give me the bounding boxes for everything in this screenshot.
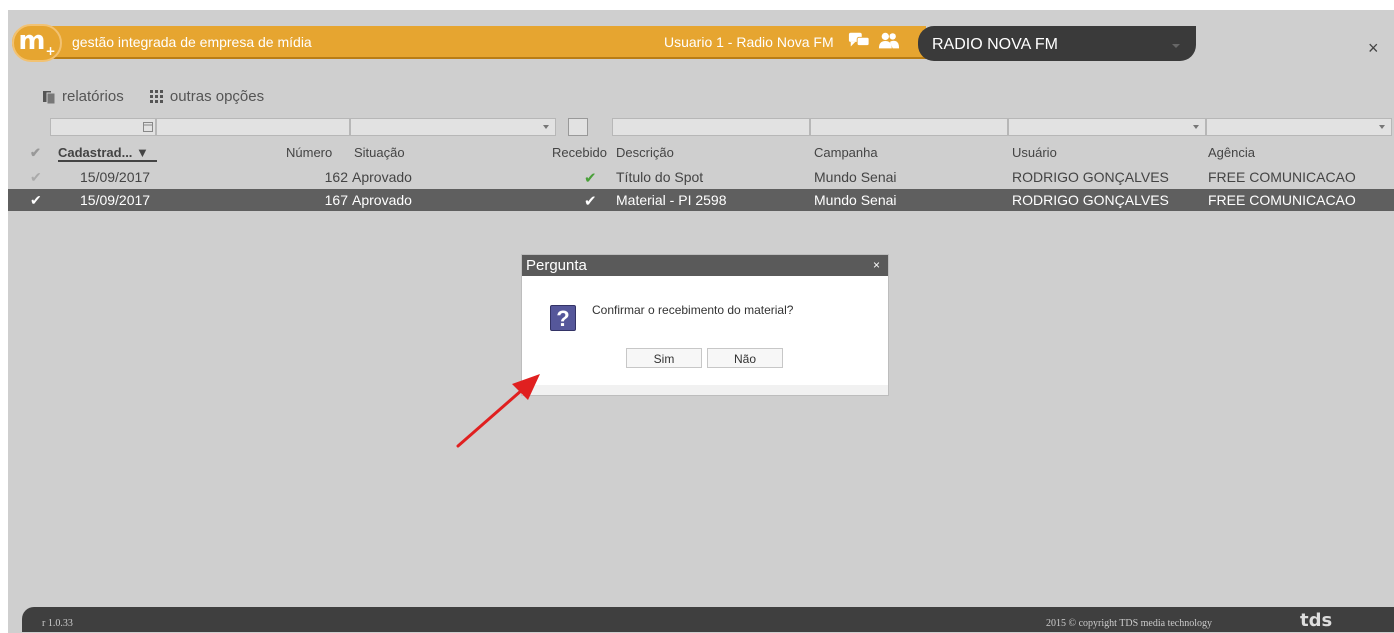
users-icon[interactable] xyxy=(878,31,900,51)
filter-campaign[interactable] xyxy=(810,118,1008,136)
column-number[interactable]: Número xyxy=(286,145,332,160)
row-select-check[interactable]: ✔ xyxy=(30,169,42,186)
close-icon[interactable]: × xyxy=(1368,38,1379,59)
cell-date: 15/09/2017 xyxy=(80,169,151,185)
dialog-message: Confirmar o recebimento do material? xyxy=(592,303,794,317)
reports-button[interactable]: relatórios xyxy=(42,88,124,105)
options-label: outras opções xyxy=(169,88,265,105)
select-all-check[interactable]: ✔ xyxy=(30,145,41,161)
table-row[interactable]: ✔ 15/09/2017 162 Aprovado ✔ Título do Sp… xyxy=(8,166,1394,188)
logo-plus: + xyxy=(45,44,56,58)
cell-description: Material - PI 2598 xyxy=(616,192,727,208)
chat-icon[interactable] xyxy=(848,31,870,51)
column-date[interactable]: Cadastrad... ▼ xyxy=(58,145,157,162)
options-button[interactable]: outras opções xyxy=(149,88,265,105)
column-agency[interactable]: Agência xyxy=(1208,145,1255,160)
station-name: RADIO NOVA FM xyxy=(932,36,1058,53)
filter-date[interactable] xyxy=(50,118,156,136)
dialog-title: Pergunta xyxy=(526,257,587,274)
filter-agency[interactable] xyxy=(1206,118,1392,136)
grid-header: ✔ Cadastrad... ▼ Número Situação Recebid… xyxy=(8,142,1394,164)
question-icon: ? xyxy=(550,305,576,331)
column-date-label: Cadastrad... xyxy=(58,145,133,160)
cell-user: RODRIGO GONÇALVES xyxy=(1012,169,1169,185)
filter-received[interactable] xyxy=(568,118,588,136)
close-icon[interactable]: × xyxy=(873,255,880,276)
no-button[interactable]: Não xyxy=(707,348,783,368)
cell-number: 162 xyxy=(324,169,348,185)
cell-campaign: Mundo Senai xyxy=(814,169,897,185)
filter-description[interactable] xyxy=(612,118,810,136)
calendar-icon[interactable] xyxy=(143,122,153,132)
column-campaign[interactable]: Campanha xyxy=(814,145,878,160)
filter-user[interactable] xyxy=(1008,118,1206,136)
check-icon: ✔ xyxy=(584,193,597,210)
copyright-label: 2015 © copyright TDS media technology xyxy=(1046,618,1213,629)
grid-options-icon xyxy=(149,89,163,103)
confirm-dialog: Pergunta × ? Confirmar o recebimento do … xyxy=(522,255,888,395)
cell-agency: FREE COMUNICACAO xyxy=(1208,169,1356,185)
chevron-down-icon[interactable] xyxy=(1172,44,1180,48)
table-row[interactable]: ✔ 15/09/2017 167 Aprovado ✔ Material - P… xyxy=(8,189,1394,211)
column-description[interactable]: Descrição xyxy=(616,145,674,160)
cell-campaign: Mundo Senai xyxy=(814,192,897,208)
filter-number[interactable] xyxy=(156,118,350,136)
cell-description: Título do Spot xyxy=(616,169,704,185)
column-status[interactable]: Situação xyxy=(354,145,405,160)
chevron-down-icon[interactable] xyxy=(1379,125,1385,129)
arrow-annotation xyxy=(456,374,540,448)
cell-agency: FREE COMUNICACAO xyxy=(1208,192,1356,208)
reports-label: relatórios xyxy=(62,88,124,105)
check-icon: ✔ xyxy=(584,170,597,187)
toolbar: relatórios outras opções xyxy=(42,88,286,108)
dialog-title-bar[interactable]: Pergunta × xyxy=(522,255,888,276)
cell-user: RODRIGO GONÇALVES xyxy=(1012,192,1169,208)
chevron-down-icon[interactable] xyxy=(1193,125,1199,129)
chevron-down-icon[interactable] xyxy=(543,125,549,129)
brand-logo: tds xyxy=(1300,610,1333,631)
logo-text: m xyxy=(18,26,46,56)
filter-status[interactable] xyxy=(350,118,556,136)
version-label: r 1.0.33 xyxy=(42,618,73,629)
column-received[interactable]: Recebido xyxy=(552,145,607,160)
app-title: gestão integrada de empresa de mídia xyxy=(72,34,312,50)
yes-button[interactable]: Sim xyxy=(626,348,702,368)
cell-status: Aprovado xyxy=(352,169,412,185)
cell-status: Aprovado xyxy=(352,192,412,208)
cell-date: 15/09/2017 xyxy=(80,192,151,208)
dialog-footer xyxy=(522,385,888,395)
filter-row xyxy=(8,118,1394,138)
cell-number: 167 xyxy=(324,192,348,208)
reports-icon xyxy=(43,90,56,104)
column-user[interactable]: Usuário xyxy=(1012,145,1057,160)
row-select-check[interactable]: ✔ xyxy=(30,192,42,209)
current-user: Usuario 1 - Radio Nova FM xyxy=(664,34,834,50)
logo-icon[interactable]: m+ xyxy=(12,24,62,62)
